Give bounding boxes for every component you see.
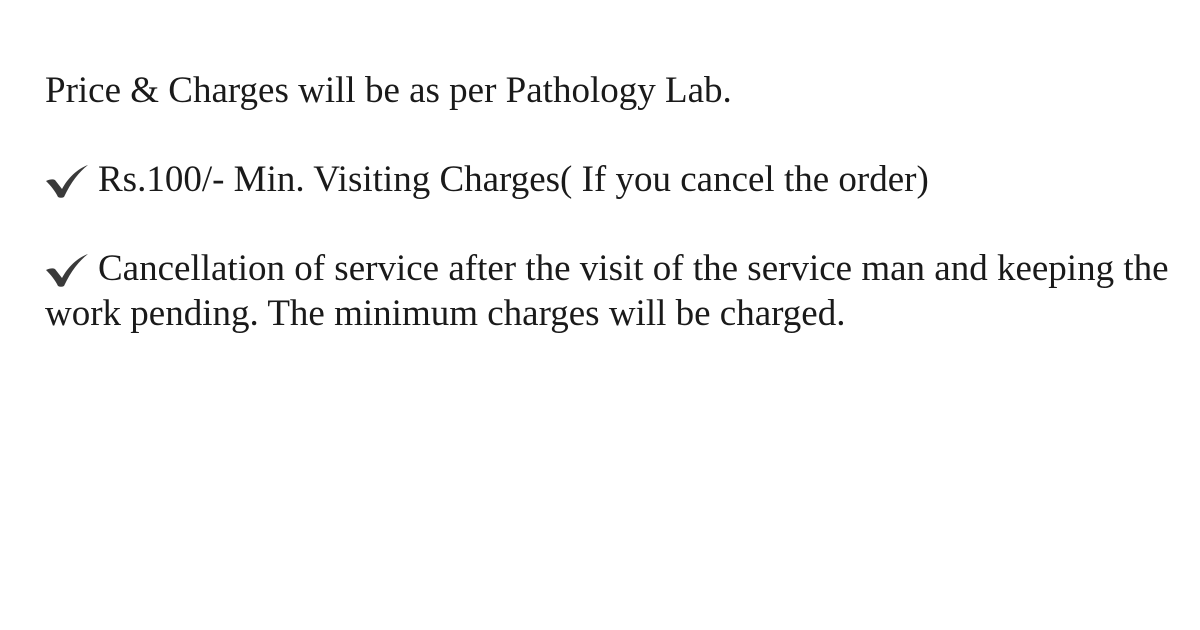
check-icon bbox=[45, 252, 89, 288]
list-item: Cancellation of service after the visit … bbox=[45, 246, 1185, 336]
terms-content: Price & Charges will be as per Pathology… bbox=[45, 68, 1185, 380]
intro-paragraph: Price & Charges will be as per Pathology… bbox=[45, 70, 732, 111]
list-item: Rs.100/- Min. Visiting Charges( If you c… bbox=[45, 157, 1185, 202]
list-item-text: Cancellation of service after the visit … bbox=[45, 248, 1169, 334]
list-item-text: Rs.100/- Min. Visiting Charges( If you c… bbox=[98, 159, 929, 200]
check-icon bbox=[45, 163, 89, 199]
